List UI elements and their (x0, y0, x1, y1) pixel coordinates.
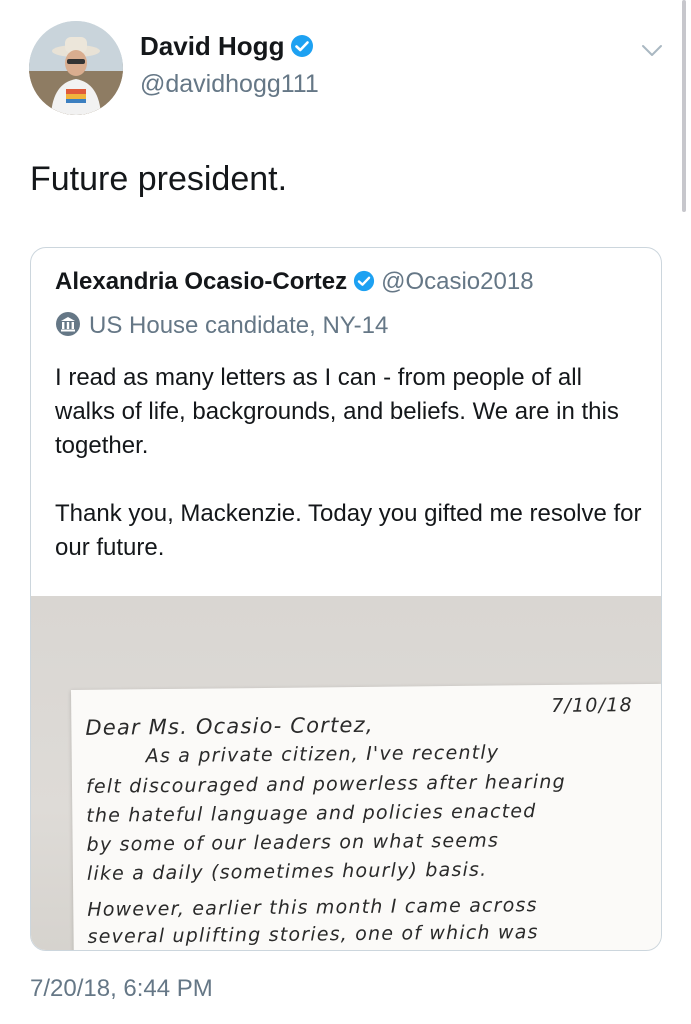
handwritten-letter: 7/10/18 Dear Ms. Ocasio- Cortez, As a pr… (71, 683, 661, 950)
candidate-label-text: US House candidate, NY-14 (89, 312, 389, 339)
verified-badge-icon (290, 34, 314, 65)
letter-line: Dear Ms. Ocasio- Cortez, (85, 712, 374, 740)
letter-line: by some of our leaders on what seems (86, 829, 500, 856)
letter-line: like a daily (sometimes hourly) basis. (86, 858, 488, 885)
government-building-icon (55, 311, 81, 344)
letter-line: However, earlier this month I came acros… (87, 894, 538, 921)
quoted-paragraph: Thank you, Mackenzie. Today you gifted m… (55, 500, 642, 561)
author-name-text[interactable]: David Hogg (140, 31, 284, 61)
chevron-down-icon[interactable] (640, 38, 664, 62)
letter-line: As a private citizen, I've recently (145, 741, 500, 768)
letter-line: several uplifting stories, one of which … (87, 921, 539, 948)
quoted-author-handle: @Ocasio2018 (381, 268, 534, 295)
quoted-author-name: Alexandria Ocasio-Cortez (55, 268, 348, 295)
quoted-author-row: Alexandria Ocasio-Cortez @Ocasio2018 (55, 268, 534, 299)
letter-line: the hateful language and policies enacte… (86, 800, 537, 827)
tweet-text: Future president. (30, 160, 288, 198)
author-handle[interactable]: @davidhogg111 (140, 70, 319, 99)
scrollbar[interactable] (682, 0, 686, 212)
verified-badge-icon (353, 270, 375, 299)
quoted-tweet-text: I read as many letters as I can - from p… (55, 361, 645, 565)
author-name[interactable]: David Hogg (140, 31, 314, 65)
letter-photo[interactable]: 7/10/18 Dear Ms. Ocasio- Cortez, As a pr… (31, 596, 661, 950)
author-avatar[interactable] (29, 21, 123, 115)
tweet-timestamp[interactable]: 7/20/18, 6:44 PM (30, 975, 213, 1003)
quoted-tweet-card[interactable]: Alexandria Ocasio-Cortez @Ocasio2018 US H… (30, 247, 662, 951)
letter-date: 7/10/18 (551, 694, 633, 717)
letter-line: felt discouraged and powerless after hea… (85, 770, 566, 798)
quoted-paragraph: I read as many letters as I can - from p… (55, 364, 619, 459)
candidate-label: US House candidate, NY-14 (55, 311, 388, 344)
